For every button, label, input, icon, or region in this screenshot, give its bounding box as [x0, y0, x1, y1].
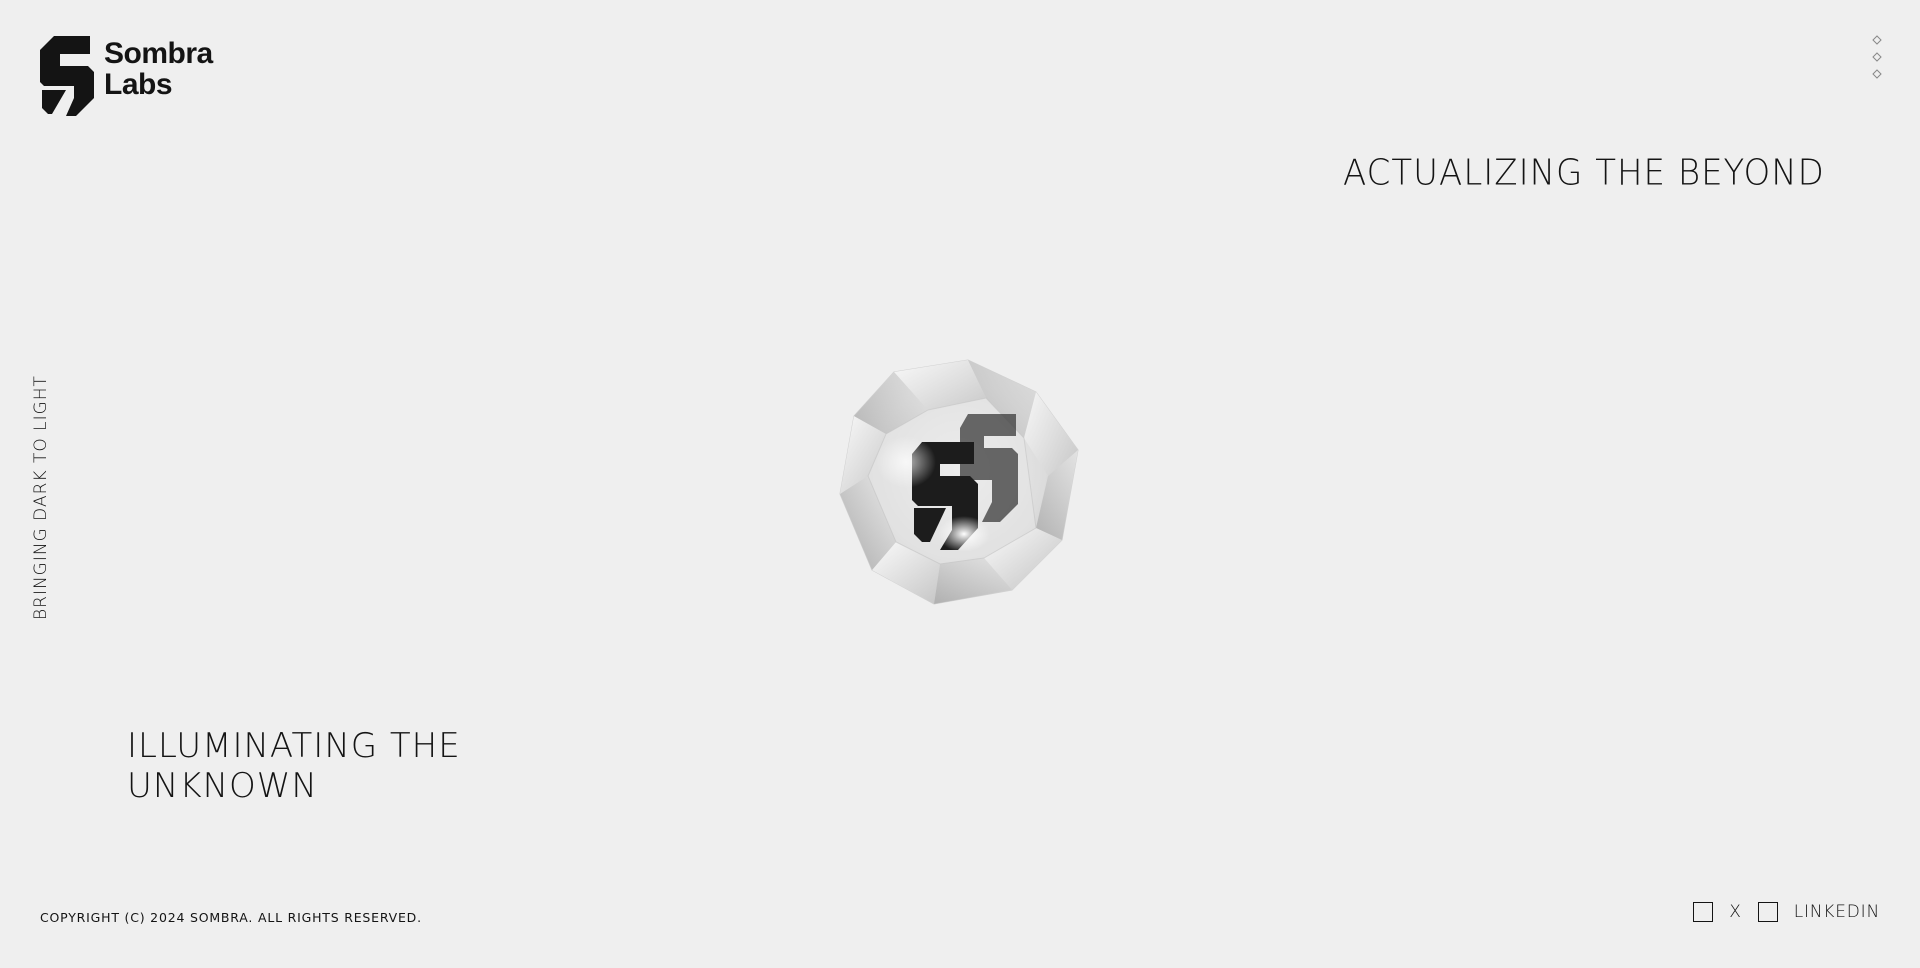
- side-tagline: BRINGING DARK TO LIGHT: [31, 375, 51, 620]
- three-diamonds-menu-icon: [1872, 35, 1882, 79]
- social-label-linkedin: LINKEDIN: [1793, 902, 1880, 922]
- copyright-text: COPYRIGHT (C) 2024 SOMBRA. ALL RIGHTS RE…: [40, 910, 422, 925]
- headline-actualizing: ACTUALIZING THE BEYOND: [1343, 152, 1825, 194]
- brand-name-line1: Sombra: [104, 37, 213, 70]
- social-link-linkedin[interactable]: LINKEDIN: [1757, 902, 1880, 922]
- sombra-s-logo-icon: [40, 36, 94, 116]
- landing-page: Sombra Labs ACTUALIZING THE BEYOND BRING…: [0, 0, 1920, 968]
- brand-wordmark: Sombra Labs: [104, 38, 213, 100]
- social-link-x[interactable]: X: [1693, 902, 1741, 922]
- social-links: X LINKEDIN: [1677, 902, 1880, 922]
- brand-logo-link[interactable]: Sombra Labs: [40, 36, 213, 116]
- headline-illuminating: ILLUMINATING THE UNKNOWN: [127, 726, 461, 806]
- social-label-x: X: [1729, 902, 1742, 922]
- square-icon: [1757, 902, 1778, 922]
- crystal-gem-image: [839, 359, 1079, 605]
- square-icon: [1693, 902, 1714, 922]
- brand-name-line2: Labs: [104, 68, 173, 101]
- menu-button[interactable]: [1870, 34, 1884, 82]
